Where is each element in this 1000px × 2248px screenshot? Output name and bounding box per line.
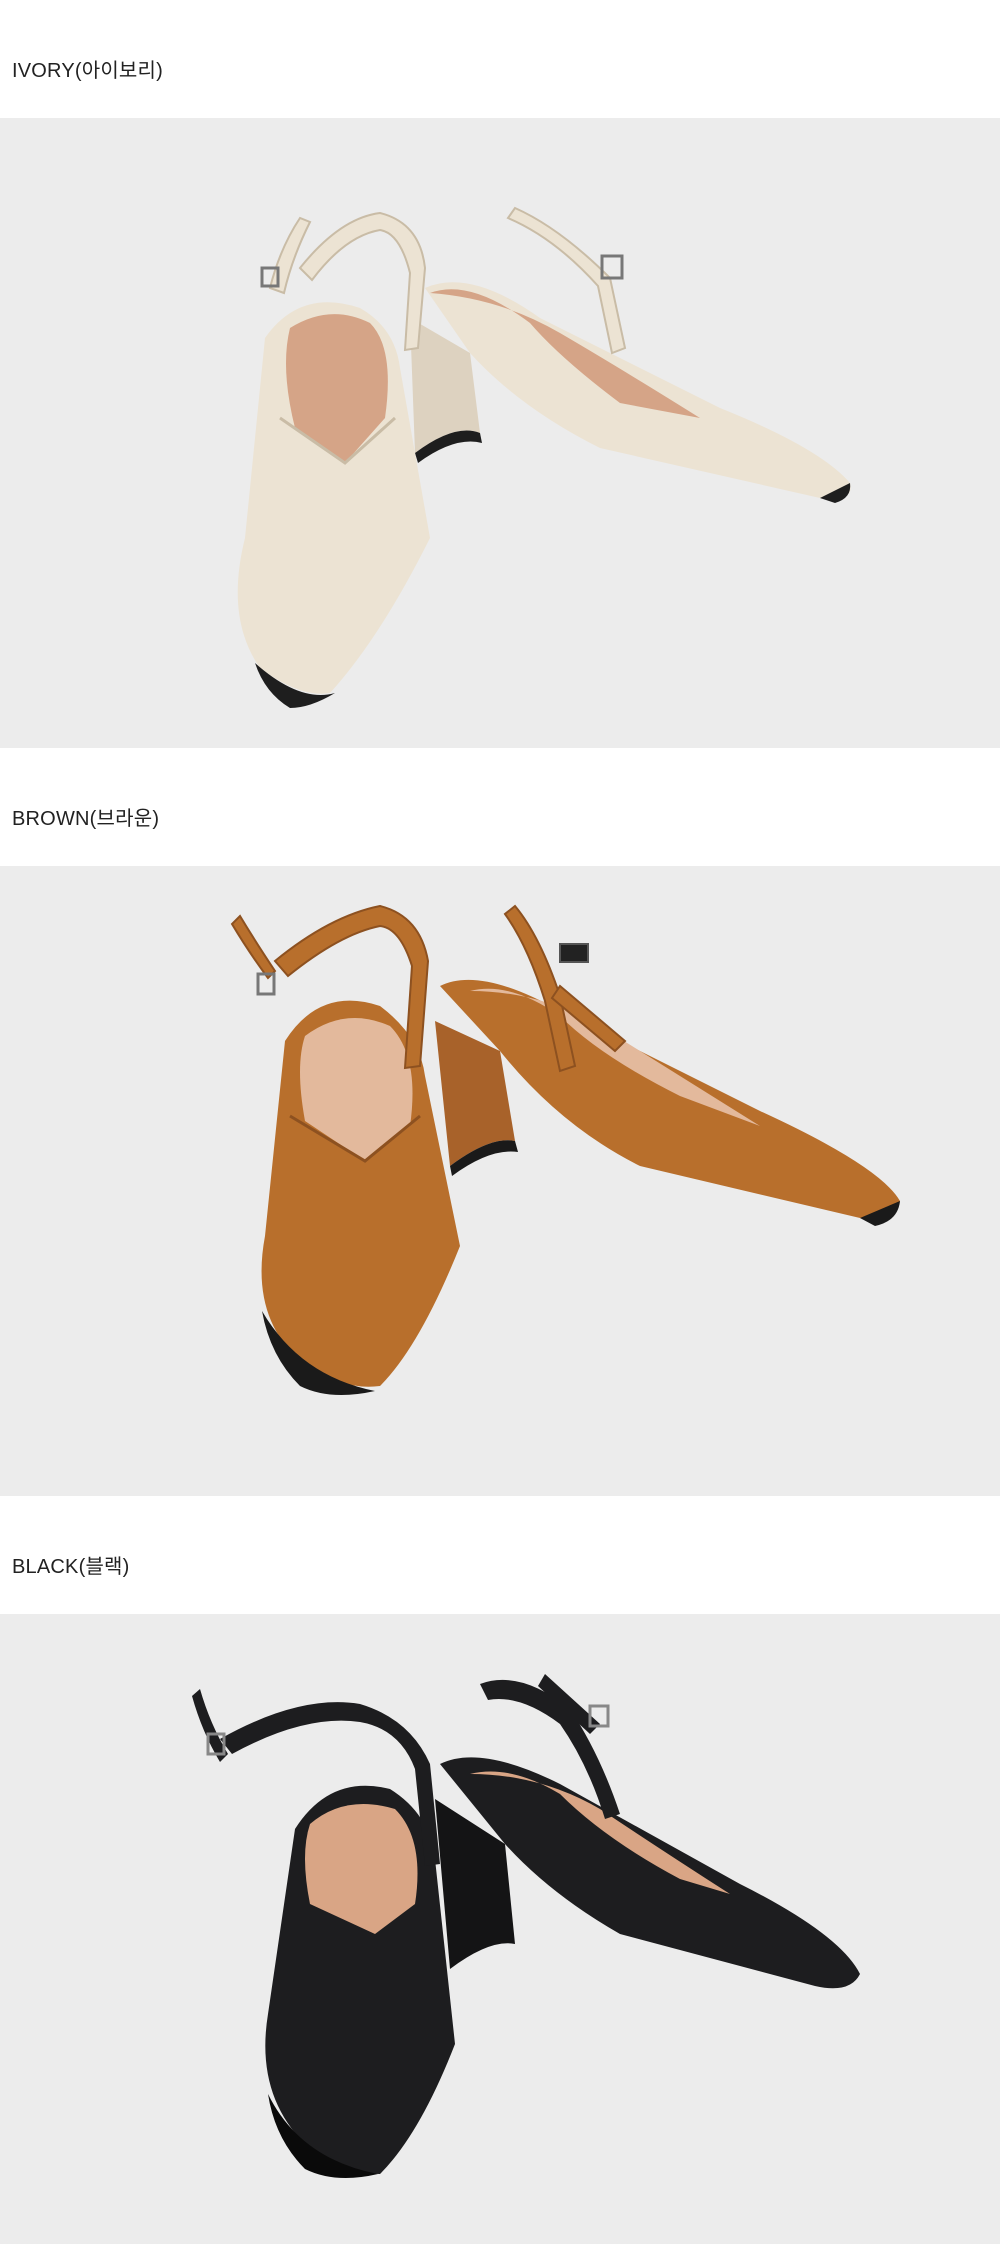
color-label-black: BLACK(블랙)	[12, 1556, 130, 1578]
color-label-ivory: IVORY(아이보리)	[12, 60, 163, 82]
color-label-band-ivory: IVORY(아이보리)	[0, 0, 1000, 118]
shoe-pair-image-brown	[0, 866, 1000, 1496]
shoe-pair-image-black	[0, 1614, 1000, 2244]
color-label-brown: BROWN(브라운)	[12, 808, 160, 830]
product-photo-black	[0, 1614, 1000, 2244]
shoe-pair-image-ivory	[0, 118, 1000, 748]
product-photo-ivory	[0, 118, 1000, 748]
product-photo-brown	[0, 866, 1000, 1496]
color-label-band-black: BLACK(블랙)	[0, 1496, 1000, 1614]
color-label-band-brown: BROWN(브라운)	[0, 748, 1000, 866]
